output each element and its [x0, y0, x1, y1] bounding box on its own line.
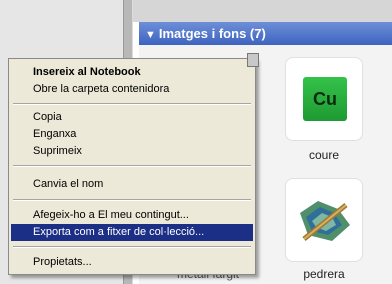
menu-item-rename[interactable]: Canvia el nom	[11, 176, 253, 193]
context-menu: Insereix al Notebook Obre la carpeta con…	[8, 53, 259, 275]
menu-separator	[13, 199, 251, 201]
menu-item-copy[interactable]: Copia	[11, 109, 253, 126]
category-title: Imatges i fons (7)	[158, 26, 266, 41]
menu-item-insert-notebook[interactable]: Insereix al Notebook	[11, 64, 253, 81]
menu-separator	[13, 246, 251, 248]
menu-item-add-to-my-content[interactable]: Afegeix-ho a El meu contingut...	[11, 207, 253, 224]
gallery-item-coure[interactable]: Cu	[285, 57, 363, 141]
menu-separator	[13, 103, 251, 105]
collapse-arrow-icon[interactable]: ▼	[145, 29, 156, 41]
menu-separator	[13, 165, 251, 167]
quarry-image-icon	[300, 201, 350, 241]
panel-toolbar	[133, 0, 392, 22]
menu-item-open-folder[interactable]: Obre la carpeta contenidora	[11, 81, 253, 98]
menu-item-paste[interactable]: Enganxa	[11, 126, 253, 143]
menu-item-properties[interactable]: Propietats...	[11, 254, 253, 271]
gallery-item-pedrera[interactable]	[285, 178, 363, 262]
copper-element-icon: Cu	[303, 77, 347, 121]
gallery-category-header[interactable]: ▼ Imatges i fons (7)	[139, 22, 392, 45]
item-caption-coure: coure	[308, 148, 340, 162]
menu-item-export-collection[interactable]: Exporta com a fitxer de col·lecció...	[11, 224, 253, 241]
menu-item-delete[interactable]: Suprimeix	[11, 143, 253, 160]
item-caption-pedrera: pedrera	[303, 267, 345, 281]
